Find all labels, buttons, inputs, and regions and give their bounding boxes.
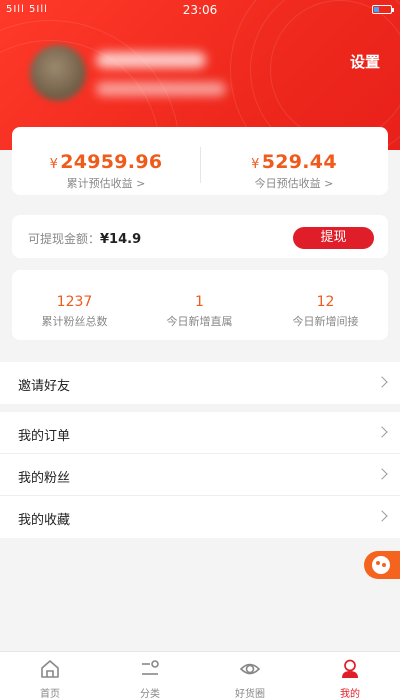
total-earnings-amount: ¥24959.96	[12, 151, 200, 173]
withdraw-amount: ¥14.9	[100, 232, 142, 247]
withdraw-button[interactable]: 提现	[293, 227, 374, 249]
currency-symbol: ¥	[49, 157, 59, 172]
user-name-blurred	[96, 52, 206, 68]
menu-item-label: 我的粉丝	[18, 471, 71, 486]
earnings-card: ¥24959.96 累计预估收益 > ¥529.44 今日预估收益 >	[12, 127, 388, 195]
chevron-right-icon	[376, 468, 388, 480]
chat-bubble-icon	[372, 556, 390, 574]
home-icon	[41, 660, 59, 678]
fans-stat-label: 今日新增间接	[292, 315, 359, 328]
user-info-blurred	[96, 82, 226, 96]
menu-item-invite-friends[interactable]: 邀请好友	[0, 362, 400, 404]
fans-stat-direct[interactable]: 1 今日新增直属	[137, 270, 262, 340]
menu-item-label: 我的订单	[18, 429, 71, 444]
fans-stat-value: 1237	[56, 294, 93, 310]
fans-stats-card: 1237 累计粉丝总数 1 今日新增直属 12 今日新增间接	[12, 270, 388, 340]
today-earnings-value: 529.44	[261, 151, 337, 173]
currency-symbol: ¥	[251, 157, 260, 172]
status-time: 23:06	[182, 3, 218, 17]
today-earnings-amount: ¥529.44	[200, 151, 388, 173]
fans-stat-label: 累计粉丝总数	[41, 315, 108, 328]
today-earnings[interactable]: ¥529.44 今日预估收益 >	[200, 127, 388, 195]
eye-icon	[239, 663, 261, 675]
fans-stat-value: 12	[316, 294, 335, 310]
tab-label: 首页	[40, 689, 60, 700]
total-earnings-label: 累计预估收益 >	[66, 177, 146, 190]
withdraw-card: 可提现金额：¥14.9 提现	[12, 215, 388, 258]
total-earnings-value: 24959.96	[60, 151, 163, 173]
battery-icon	[372, 5, 394, 14]
today-earnings-label: 今日预估收益 >	[254, 177, 334, 190]
bottom-tab-bar: 首页 分类 好货圈 我的	[0, 651, 400, 700]
tab-mine[interactable]: 我的	[300, 652, 400, 700]
user-icon	[342, 659, 358, 678]
withdraw-info: 可提现金额：¥14.9	[28, 230, 141, 247]
fans-stat-value: 1	[195, 294, 204, 310]
fans-stat-label: 今日新增直属	[166, 315, 233, 328]
chevron-right-icon	[376, 426, 388, 438]
customer-service-button[interactable]	[364, 551, 400, 579]
status-bar: 5Ill 5Ill 23:06	[0, 0, 400, 20]
fans-stat-indirect[interactable]: 12 今日新增间接	[263, 270, 388, 340]
chevron-right-icon	[376, 376, 388, 388]
tab-label: 我的	[340, 689, 360, 700]
settings-button[interactable]: 设置	[350, 51, 380, 72]
tab-home[interactable]: 首页	[0, 652, 100, 700]
avatar[interactable]	[30, 45, 86, 101]
withdraw-label: 可提现金额：	[28, 232, 101, 246]
menu-item-my-orders[interactable]: 我的订单	[0, 412, 400, 454]
tab-good-circle[interactable]: 好货圈	[200, 652, 300, 700]
tab-category[interactable]: 分类	[100, 652, 200, 700]
tab-label: 分类	[140, 689, 160, 700]
category-icon	[142, 660, 159, 675]
menu-item-my-favorites[interactable]: 我的收藏	[0, 496, 400, 538]
tab-label: 好货圈	[235, 689, 265, 700]
total-earnings[interactable]: ¥24959.96 累计预估收益 >	[12, 127, 200, 195]
fans-stat-total[interactable]: 1237 累计粉丝总数	[12, 270, 137, 340]
chevron-right-icon	[376, 510, 388, 522]
menu-item-label: 邀请好友	[18, 379, 71, 394]
menu-item-label: 我的收藏	[18, 513, 71, 528]
menu-item-my-fans[interactable]: 我的粉丝	[0, 454, 400, 496]
